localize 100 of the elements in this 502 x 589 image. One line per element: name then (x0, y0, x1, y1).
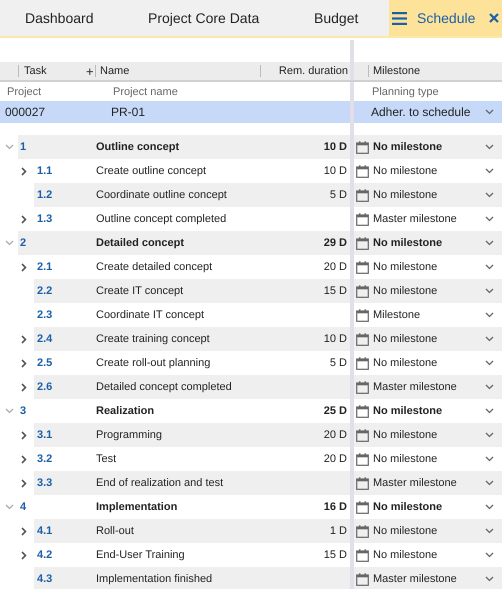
expand-icon[interactable] (21, 430, 27, 440)
task-number: 2.2 (36, 285, 54, 297)
calendar-icon (356, 356, 369, 370)
tab[interactable]: Budget (314, 0, 389, 36)
chevron-down-icon[interactable] (485, 408, 494, 414)
chevron-down-icon[interactable] (485, 216, 494, 222)
milestone-dropdown[interactable]: No milestone (373, 165, 485, 177)
chevron-down-icon[interactable] (485, 192, 494, 198)
chevron-down-icon[interactable] (485, 384, 494, 390)
chevron-down-icon[interactable] (485, 552, 494, 558)
chevron-down-icon[interactable] (485, 504, 494, 510)
milestone-dropdown[interactable]: No milestone (373, 333, 485, 345)
calendar-icon (356, 548, 369, 562)
table-row[interactable]: 2.4 Create training concept 10 D No milestone (34, 327, 502, 351)
expand-icon[interactable] (21, 454, 27, 464)
planning-type-dropdown[interactable]: Adher. to schedule (371, 105, 485, 119)
expand-icon[interactable] (21, 334, 27, 344)
chevron-down-icon[interactable] (485, 456, 494, 462)
chevron-down-icon[interactable] (485, 240, 494, 246)
milestone-dropdown[interactable]: No milestone (373, 429, 485, 441)
chevron-down-icon[interactable] (485, 576, 494, 582)
calendar-icon (356, 332, 369, 346)
expand-icon[interactable] (21, 526, 27, 536)
calendar-icon (356, 476, 369, 490)
task-name: Roll-out (96, 525, 135, 537)
milestone-dropdown[interactable]: No milestone (373, 141, 485, 153)
calendar-icon (356, 284, 369, 298)
duration: 5 D (330, 189, 348, 201)
chevron-down-icon[interactable] (485, 109, 494, 115)
project-row[interactable]: 000027 PR-01 Adher. to schedule (0, 101, 502, 123)
milestone-dropdown[interactable]: No milestone (373, 549, 485, 561)
table-row[interactable]: 2.2 Create IT concept 15 D No milestone (34, 279, 502, 303)
tab[interactable]: Project Core Data (148, 0, 314, 36)
tab[interactable]: Dashboard (0, 0, 148, 36)
chevron-down-icon[interactable] (485, 480, 494, 486)
chevron-down-icon[interactable] (485, 264, 494, 270)
tab[interactable]: Schedule (389, 0, 502, 36)
milestone-dropdown[interactable]: Master milestone (373, 477, 485, 489)
column-title[interactable]: Name (100, 65, 260, 77)
task-number: 4.2 (36, 549, 54, 561)
task-number: 3.2 (36, 453, 54, 465)
milestone-dropdown[interactable]: Master milestone (373, 213, 485, 225)
milestone-dropdown[interactable]: No milestone (373, 237, 485, 249)
expand-icon[interactable] (21, 550, 27, 560)
chevron-down-icon[interactable] (485, 288, 494, 294)
expand-icon[interactable] (21, 214, 27, 224)
milestone-dropdown[interactable]: No milestone (373, 285, 485, 297)
task-name: Implementation (96, 501, 178, 513)
menu-icon[interactable] (392, 12, 407, 24)
column-title[interactable]: Milestone (373, 65, 420, 77)
milestone-dropdown[interactable]: Master milestone (373, 573, 485, 585)
calendar-icon (356, 572, 369, 586)
duration: 1 D (330, 525, 348, 537)
expand-icon[interactable] (21, 478, 27, 488)
project-name: PR-01 (111, 105, 146, 119)
milestone-dropdown[interactable]: No milestone (373, 405, 485, 417)
task-name: Coordinate IT concept (96, 309, 206, 321)
calendar-icon (356, 140, 369, 154)
close-icon[interactable] (489, 13, 500, 23)
milestone-dropdown[interactable]: No milestone (373, 453, 485, 465)
task-name: Test (96, 453, 118, 465)
milestone-dropdown[interactable]: Master milestone (373, 381, 485, 393)
task-number: 4.1 (36, 525, 54, 537)
column-title[interactable]: Task (24, 65, 86, 77)
task-name: Create outline concept (96, 165, 208, 177)
table-row[interactable]: 3.1 Programming 20 D No milestone (34, 423, 502, 447)
milestone-dropdown[interactable]: No milestone (373, 525, 485, 537)
expand-icon[interactable] (21, 382, 27, 392)
table-row[interactable]: 4.3 Implementation finished Master milestone (34, 567, 502, 589)
table-row[interactable]: 4.1 Roll-out 1 D No milestone (34, 519, 502, 543)
milestone-dropdown[interactable]: No milestone (373, 357, 485, 369)
chevron-down-icon[interactable] (485, 336, 494, 342)
calendar-icon (356, 308, 369, 322)
task-number: 1.2 (36, 189, 54, 201)
task-name: Programming (96, 429, 164, 441)
add-column-button[interactable]: + (86, 64, 95, 78)
chevron-down-icon[interactable] (485, 360, 494, 366)
chevron-down-icon[interactable] (485, 144, 494, 150)
field-label: Planning type (372, 86, 439, 98)
expand-icon[interactable] (21, 166, 27, 176)
calendar-icon (356, 188, 369, 202)
milestone-dropdown[interactable]: No milestone (373, 501, 485, 513)
chevron-down-icon[interactable] (485, 528, 494, 534)
table-row[interactable]: 2.6 Detailed concept completed Master milestone (34, 375, 502, 399)
expand-icon[interactable] (21, 358, 27, 368)
duration: 16 D (324, 501, 348, 513)
milestone-dropdown[interactable]: No milestone (373, 261, 485, 273)
milestone-dropdown[interactable]: Milestone (373, 309, 485, 321)
chevron-down-icon[interactable] (485, 312, 494, 318)
calendar-icon (356, 164, 369, 178)
table-row[interactable]: 1 Outline concept 10 D No milestone (18, 135, 502, 159)
milestone-dropdown[interactable]: No milestone (373, 189, 485, 201)
column-title[interactable]: Rem. duration (261, 65, 350, 77)
table-row[interactable]: 3.3 End of realization and test Master milestone (34, 471, 502, 495)
table-row[interactable]: 2 Detailed concept 29 D No milestone (18, 231, 502, 255)
chevron-down-icon[interactable] (485, 168, 494, 174)
duration: 20 D (324, 453, 348, 465)
chevron-down-icon[interactable] (485, 432, 494, 438)
table-row[interactable]: 1.2 Coordinate outline concept 5 D No milestone (34, 183, 502, 207)
expand-icon[interactable] (21, 262, 27, 272)
